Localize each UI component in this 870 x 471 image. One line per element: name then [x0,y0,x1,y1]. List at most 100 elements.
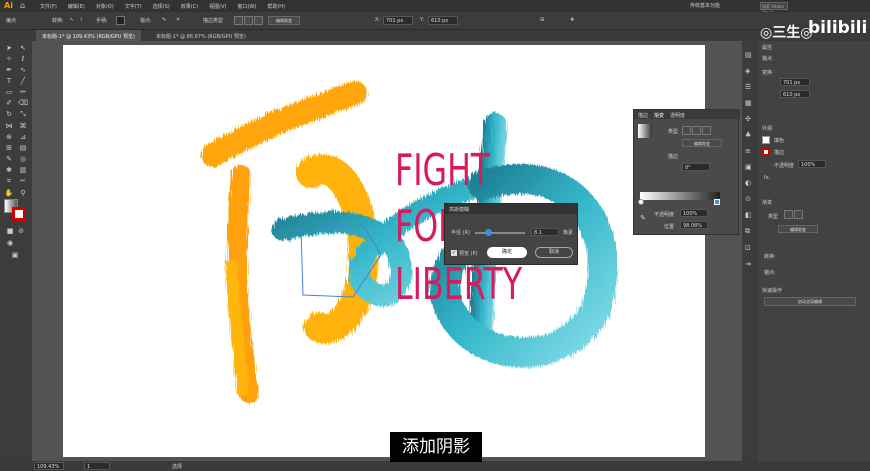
tab-transparency[interactable]: 透明度 [670,112,685,119]
hand-tool-icon[interactable]: ✋ [4,189,14,197]
menu-type[interactable]: 文字(T) [125,3,142,10]
pen-tool-icon[interactable]: ✒ [4,66,14,74]
prop-gradient-radial-icon[interactable] [794,210,803,219]
color-mode-icon[interactable]: ■ [5,227,15,235]
y-field[interactable]: 610 px [428,16,458,25]
cancel-button[interactable]: 取消 [535,247,573,258]
gp-opacity-field[interactable]: 100% [680,209,708,217]
preview-checkbox[interactable]: ✓ [451,250,457,256]
prop-gradient-linear-icon[interactable] [784,210,793,219]
perspective-icon[interactable]: ⊿ [18,133,28,141]
layers-icon[interactable]: ◈ [745,67,752,75]
mesh-icon[interactable]: ⊞ [4,144,14,152]
warp-icon[interactable]: ⌘ [18,122,28,130]
magic-wand-icon[interactable]: ✧ [4,55,14,63]
gp-radial-icon[interactable] [692,126,701,135]
graphic-styles-icon[interactable]: ◧ [745,211,752,219]
transparency-icon[interactable]: ◐ [745,179,752,187]
opacity-field[interactable]: 100% [798,160,826,168]
gp-linear-icon[interactable] [682,126,691,135]
gp-angle-field[interactable]: 0° [682,163,710,171]
gp-eyedropper-icon[interactable]: ✎ [640,214,646,222]
remove-anchor-icon[interactable]: ✕ [176,17,180,23]
symbols-icon[interactable]: ♣ [745,131,752,139]
align-icon[interactable]: ⊞ [540,17,544,23]
prop-y-field[interactable]: 610 px [780,90,810,98]
gradient-radial-icon[interactable] [244,16,253,25]
screen-mode-icon[interactable]: ▣ [10,251,20,259]
convert-corner-icon[interactable]: ↖ [70,17,74,23]
menu-edit[interactable]: 编辑(E) [68,3,85,10]
rectangle-tool-icon[interactable]: ▭ [4,88,14,96]
lasso-icon[interactable]: ℓ [18,55,28,63]
selection-tool-icon[interactable]: ➤ [4,44,14,52]
graph-icon[interactable]: ▥ [18,166,28,174]
prop-stroke-swatch[interactable] [762,148,770,156]
rotate-icon[interactable]: ↻ [4,110,14,119]
stroke-panel-icon[interactable]: ≡ [745,147,752,155]
convert-smooth-icon[interactable]: ⌇ [80,17,82,23]
gp-freeform-icon[interactable] [702,126,711,135]
artboard-icon[interactable]: ⌗ [4,177,14,186]
menu-effect[interactable]: 效果(C) [181,3,198,10]
menu-object[interactable]: 对象(O) [96,3,114,10]
edit-gradient-button[interactable]: 编辑渐变 [268,16,300,25]
radius-slider-track[interactable] [475,232,525,234]
scale-icon[interactable]: ⤡ [18,110,28,119]
direct-selection-tool-icon[interactable]: ↖ [18,44,28,52]
global-edit-button[interactable]: 启动全局编辑 [764,297,856,306]
shaper-icon[interactable]: ✐ [4,99,14,107]
artboards-icon[interactable]: ⊡ [745,244,752,252]
menu-view[interactable]: 视图(V) [209,3,226,10]
radius-slider-knob[interactable] [484,229,492,236]
gradient-freeform-icon[interactable] [254,16,263,25]
stroke-swatch[interactable] [12,207,26,221]
fx-button[interactable]: fx. [764,175,770,181]
dialog-titlebar[interactable]: 高斯模糊 [445,204,577,214]
prop-fill-swatch[interactable] [762,136,770,144]
handle-icon[interactable] [116,16,125,25]
gp-position-field[interactable]: 98.08% [680,221,708,229]
gradient-ramp[interactable] [640,192,720,200]
tab-gradient[interactable]: 渐变 [654,112,664,119]
menu-select[interactable]: 选择(S) [153,3,170,10]
workspace-switcher[interactable]: 传统基本功能 [690,2,720,9]
menu-window[interactable]: 窗口(W) [237,3,256,10]
gradient-tool-icon[interactable]: ▤ [18,144,28,152]
none-mode-icon[interactable]: ⊘ [16,227,26,235]
width-tool-icon[interactable]: ⋈ [4,122,14,130]
brush-tool-icon[interactable]: ✏ [18,88,28,96]
gradient-linear-icon[interactable] [234,16,243,25]
menu-file[interactable]: 文件(F) [40,3,57,10]
anchor-tool-icon[interactable]: ✎ [162,17,166,23]
swatches-icon[interactable]: ▦ [745,99,752,107]
artboard-nav-field[interactable]: 1 [84,462,110,470]
eraser-icon[interactable]: ⌫ [18,99,28,107]
type-tool-icon[interactable]: T [4,77,14,85]
libraries-icon[interactable]: ☰ [745,83,752,91]
draw-mode-icon[interactable]: ◉ [5,239,15,247]
curvature-icon[interactable]: ∿ [18,66,28,74]
line-tool-icon[interactable]: ╱ [18,77,28,85]
ok-button[interactable]: 确定 [487,247,527,258]
blend-icon[interactable]: ◎ [18,155,28,163]
slice-icon[interactable]: ✂ [18,177,28,186]
gradient-stop-selected[interactable] [714,199,720,205]
properties-icon[interactable]: ▤ [745,51,752,59]
arrange-icon[interactable]: ❖ [570,17,574,23]
eyedropper-icon[interactable]: ✎ [4,155,14,163]
radius-field[interactable]: 8.1 [531,228,559,236]
gp-edit-gradient-button[interactable]: 编辑渐变 [682,139,722,147]
brushes-icon[interactable]: ✣ [745,115,752,123]
shape-builder-icon[interactable]: ⊕ [4,133,14,141]
export-icon[interactable]: ⇥ [745,260,752,268]
gradient-panel-icon[interactable]: ▣ [745,163,752,171]
gradient-stop-start[interactable] [638,199,644,205]
x-field[interactable]: 701 px [383,16,413,25]
appearance-icon[interactable]: ⊙ [745,195,752,203]
tab-document-2[interactable]: 未标题-1* @ 86.67% (RGB/GPU 预览) [150,30,252,41]
tab-stroke[interactable]: 描边 [638,112,648,119]
tab-document-1[interactable]: 未标题-1* @ 109.43% (RGB/GPU 预览) [36,30,142,41]
zoom-tool-icon[interactable]: ⚲ [18,189,28,197]
symbol-sprayer-icon[interactable]: ✱ [4,166,14,174]
